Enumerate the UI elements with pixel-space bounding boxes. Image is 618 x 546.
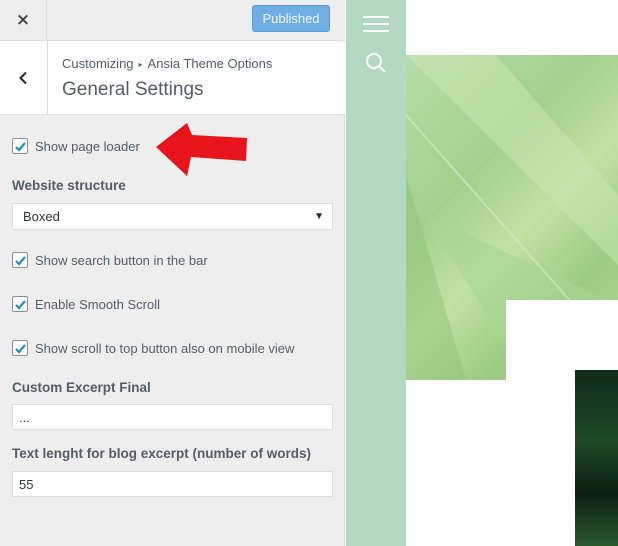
smooth-scroll-control[interactable]: Enable Smooth Scroll [12, 295, 333, 313]
breadcrumb: Customizing ▸ Ansia Theme Options [62, 56, 272, 71]
excerpt-length-title: Text lenght for blog excerpt (number of … [12, 446, 312, 461]
breadcrumb-root: Customizing [62, 56, 134, 71]
published-button[interactable]: Published [252, 5, 330, 32]
caret-down-icon: ▼ [314, 211, 324, 222]
custom-excerpt-final-value: ... [19, 409, 30, 425]
scroll-top-mobile-control[interactable]: Show scroll to top button also on mobile… [12, 339, 333, 357]
checkmark-icon [14, 343, 26, 354]
customizer-panel: × Published Customizing ▸ Ansia Theme Opti… [0, 0, 345, 546]
checkmark-icon [14, 255, 26, 266]
smooth-scroll-checkbox[interactable] [12, 296, 28, 312]
smooth-scroll-label: Enable Smooth Scroll [35, 296, 161, 312]
breadcrumb-separator: ▸ [138, 60, 143, 69]
custom-excerpt-final-title: Custom Excerpt Final [12, 380, 151, 395]
custom-excerpt-final-input[interactable]: ... [12, 404, 333, 430]
customizer-topbar: × Published [0, 0, 345, 41]
close-icon: × [15, 10, 31, 30]
show-page-loader-checkbox[interactable] [12, 138, 28, 154]
hamburger-menu-icon[interactable] [363, 14, 389, 34]
preview-side-nav [346, 0, 406, 546]
show-search-button-control[interactable]: Show search button in the bar [12, 251, 333, 269]
scroll-top-mobile-checkbox[interactable] [12, 340, 28, 356]
excerpt-length-value: 55 [19, 476, 34, 492]
post-thumbnail [575, 370, 618, 546]
website-structure-value: Boxed [23, 209, 60, 224]
excerpt-length-input[interactable]: 55 [12, 471, 333, 497]
back-button[interactable] [0, 41, 48, 114]
show-search-button-checkbox[interactable] [12, 252, 28, 268]
red-arrow-icon [156, 123, 247, 176]
checkmark-icon [14, 299, 26, 310]
section-title: General Settings [62, 79, 204, 100]
scroll-top-mobile-label: Show scroll to top button also on mobile… [35, 340, 295, 356]
website-structure-select[interactable]: Boxed ▼ [12, 203, 333, 230]
show-page-loader-label: Show page loader [35, 138, 140, 154]
checkmark-icon [14, 141, 26, 152]
breadcrumb-parent: Ansia Theme Options [147, 56, 273, 71]
search-icon[interactable] [365, 52, 387, 74]
section-header: Customizing ▸ Ansia Theme Options General … [0, 41, 345, 115]
close-button[interactable]: × [0, 0, 47, 40]
show-search-button-label: Show search button in the bar [35, 252, 208, 268]
chevron-left-icon [18, 71, 27, 84]
site-preview [346, 0, 618, 546]
